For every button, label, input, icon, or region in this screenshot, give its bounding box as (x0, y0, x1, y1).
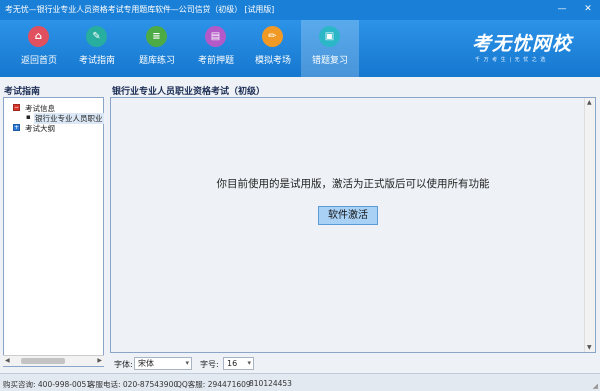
chevron-down-icon: ▾ (185, 359, 189, 367)
app-window: 考无忧—银行业专业人员资格考试专用题库软件—公司信贷（初级） [试用版] — ✕… (0, 0, 600, 391)
brand-slogan: 千 万 考 生 | 无 忧 之 选 (475, 57, 547, 63)
toolbar-item-predict[interactable]: ▤ 考前押题 (187, 20, 245, 77)
service-phone: 客服电话: 020-87543900 (88, 380, 179, 389)
toolbar-label: 模拟考场 (254, 56, 291, 66)
scroll-right-icon[interactable]: ▶ (97, 357, 102, 364)
chevron-down-icon: ▾ (247, 359, 251, 367)
list-icon: ≡ (146, 26, 167, 47)
minimize-button[interactable]: — (551, 0, 573, 18)
font-select[interactable]: 宋体 ▾ (134, 357, 192, 370)
content-vertical-scrollbar[interactable]: ▲ ▼ (584, 98, 595, 352)
clipboard-icon: ▣ (319, 26, 340, 47)
title-bar: 考无忧—银行业专业人员资格考试专用题库软件—公司信贷（初级） [试用版] — ✕ (0, 0, 600, 20)
toolbar-label: 返回首页 (20, 56, 57, 66)
main-toolbar: ⌂ 返回首页 ✎ 考试指南 ≡ 题库练习 ▤ 考前押题 ✏ 模拟考场 ▣ 错题复… (0, 20, 600, 77)
expand-icon[interactable]: + (13, 124, 20, 131)
home-icon: ⌂ (28, 26, 49, 47)
purchase-hotline: 购买咨询: 400-998-0051 (3, 380, 92, 389)
toolbar-label: 错题复习 (311, 56, 348, 66)
scroll-thumb[interactable] (21, 358, 65, 364)
collapse-icon[interactable]: − (13, 104, 20, 111)
toolbar-item-guide[interactable]: ✎ 考试指南 (68, 20, 126, 77)
size-label: 字号: (200, 360, 219, 369)
activate-button[interactable]: 软件激活 (318, 206, 378, 225)
scroll-down-icon[interactable]: ▼ (587, 344, 592, 351)
font-label: 字体: (114, 360, 133, 369)
document-icon: ▤ (205, 26, 226, 47)
window-title: 考无忧—银行业专业人员资格考试专用题库软件—公司信贷（初级） [试用版] (5, 5, 275, 14)
sidebar-title: 考试指南 (4, 87, 41, 97)
toolbar-item-practice[interactable]: ≡ 题库练习 (128, 20, 186, 77)
font-value: 宋体 (138, 359, 154, 368)
qq-service: QQ客服: 294471609 (176, 380, 251, 389)
toolbar-label: 考前押题 (197, 56, 234, 66)
size-select[interactable]: 16 ▾ (223, 357, 254, 370)
navigation-tree: − 考试信息 ▪ 银行业专业人员职业 + 考试大纲 (3, 97, 104, 367)
bullet-icon: ▪ (26, 113, 31, 121)
font-toolbar: 字体: 宋体 ▾ 字号: 16 ▾ (110, 355, 596, 371)
scroll-up-icon[interactable]: ▲ (587, 99, 592, 106)
scroll-left-icon[interactable]: ◀ (5, 357, 10, 364)
content-panel: 你目前使用的是试用版，激活为正式版后可以使用所有功能 软件激活 ▲ ▼ (110, 97, 596, 353)
toolbar-item-home[interactable]: ⌂ 返回首页 (10, 20, 68, 77)
tree-item-label: 考试大纲 (25, 124, 55, 133)
resize-grip-icon[interactable]: ◢ (593, 382, 598, 390)
size-value: 16 (227, 359, 238, 368)
qq-service-2: 810124453 (249, 379, 292, 388)
toolbar-label: 题库练习 (138, 56, 175, 66)
toolbar-label: 考试指南 (78, 56, 115, 66)
status-bar: 购买咨询: 400-998-0051 客服电话: 020-87543900 QQ… (0, 373, 600, 391)
brand-logo: 考无忧网校 (472, 33, 573, 55)
close-button[interactable]: ✕ (577, 0, 599, 18)
content-title: 银行业专业人员职业资格考试（初级） (112, 87, 266, 97)
toolbar-item-mock-exam[interactable]: ✏ 模拟考场 (244, 20, 302, 77)
sidebar-horizontal-scrollbar[interactable]: ◀ ▶ (3, 355, 104, 366)
compass-icon: ✎ (86, 26, 107, 47)
pencil-icon: ✏ (262, 26, 283, 47)
trial-message: 你目前使用的是试用版，激活为正式版后可以使用所有功能 (216, 178, 490, 190)
toolbar-item-review[interactable]: ▣ 错题复习 (301, 20, 359, 77)
